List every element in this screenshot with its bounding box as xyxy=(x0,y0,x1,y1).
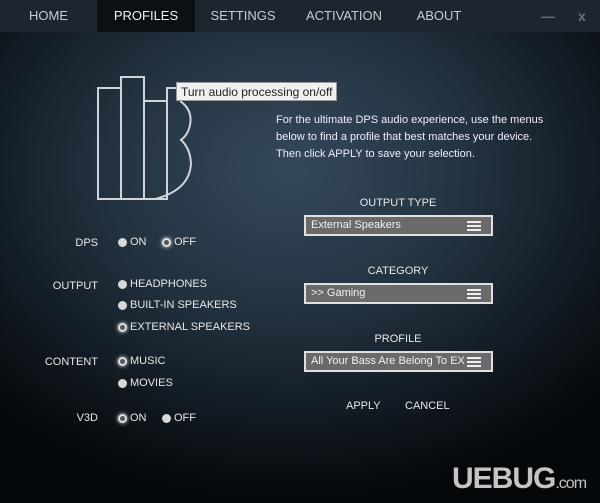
dps-off-radio[interactable]: OFF xyxy=(162,236,196,248)
select-value: All Your Bass Are Belong To EX xyxy=(311,355,465,367)
content-label: CONTENT xyxy=(44,356,98,368)
v3d-on-radio[interactable]: ON xyxy=(118,412,147,424)
dps-logo-toggle[interactable] xyxy=(0,0,600,503)
radio-icon xyxy=(162,413,171,423)
option-label: BUILT-IN SPEAKERS xyxy=(130,299,237,311)
radio-icon xyxy=(118,413,127,423)
option-label: OFF xyxy=(174,412,196,424)
select-value: >> Gaming xyxy=(311,287,366,299)
menu-icon xyxy=(467,289,481,299)
menu-icon xyxy=(467,221,481,231)
close-button[interactable]: x xyxy=(578,8,586,24)
category-label: CATEGORY xyxy=(367,265,429,277)
radio-icon xyxy=(162,237,171,247)
tab-settings[interactable]: SETTINGS xyxy=(195,0,291,32)
top-nav: HOME PROFILES SETTINGS ACTIVATION ABOUT xyxy=(0,0,600,32)
output-external-radio[interactable]: EXTERNAL SPEAKERS xyxy=(118,321,250,333)
tooltip: Turn audio processing on/off xyxy=(176,82,338,101)
v3d-off-radio[interactable]: OFF xyxy=(162,412,196,424)
category-select[interactable]: >> Gaming xyxy=(304,283,493,304)
option-label: ON xyxy=(130,236,147,248)
content-music-radio[interactable]: MUSIC xyxy=(118,355,165,367)
tab-about[interactable]: ABOUT xyxy=(397,0,481,32)
option-label: HEADPHONES xyxy=(130,278,208,290)
option-label: OFF xyxy=(174,236,196,248)
tab-profiles[interactable]: PROFILES xyxy=(97,0,195,32)
output-type-label: OUTPUT TYPE xyxy=(359,197,437,209)
dps-on-radio[interactable]: ON xyxy=(118,236,147,248)
option-label: MUSIC xyxy=(130,355,166,367)
profile-select[interactable]: All Your Bass Are Belong To EX xyxy=(304,351,493,372)
radio-icon xyxy=(118,356,127,366)
radio-icon xyxy=(118,322,127,332)
profile-label: PROFILE xyxy=(374,333,422,345)
option-label: EXTERNAL SPEAKERS xyxy=(130,321,251,333)
radio-icon xyxy=(118,279,127,289)
cancel-button[interactable]: CANCEL xyxy=(405,400,450,412)
tab-home[interactable]: HOME xyxy=(0,0,97,32)
minimize-button[interactable]: — xyxy=(541,8,555,24)
tab-activation[interactable]: ACTIVATION xyxy=(291,0,397,32)
radio-icon xyxy=(118,300,127,310)
content-movies-radio[interactable]: MOVIES xyxy=(118,377,173,389)
logo-bar-1 xyxy=(97,87,122,200)
output-builtin-radio[interactable]: BUILT-IN SPEAKERS xyxy=(118,299,237,311)
logo-b-curve xyxy=(98,87,193,200)
output-headphones-radio[interactable]: HEADPHONES xyxy=(118,278,207,290)
dps-label: DPS xyxy=(75,237,98,249)
option-label: ON xyxy=(130,412,147,424)
intro-text: For the ultimate DPS audio experience, u… xyxy=(276,114,544,160)
v3d-label: V3D xyxy=(76,412,98,424)
logo-bar-3 xyxy=(143,100,168,200)
output-type-select[interactable]: External Speakers xyxy=(304,215,493,236)
select-value: External Speakers xyxy=(311,219,401,231)
radio-icon xyxy=(118,378,127,388)
output-label: OUTPUT xyxy=(52,280,98,292)
watermark-logo: UEBUG.com xyxy=(452,462,587,495)
option-label: MOVIES xyxy=(130,377,173,389)
radio-icon xyxy=(118,237,127,247)
apply-button[interactable]: APPLY xyxy=(346,400,381,412)
menu-icon xyxy=(467,357,481,367)
logo-bar-2 xyxy=(120,76,145,200)
